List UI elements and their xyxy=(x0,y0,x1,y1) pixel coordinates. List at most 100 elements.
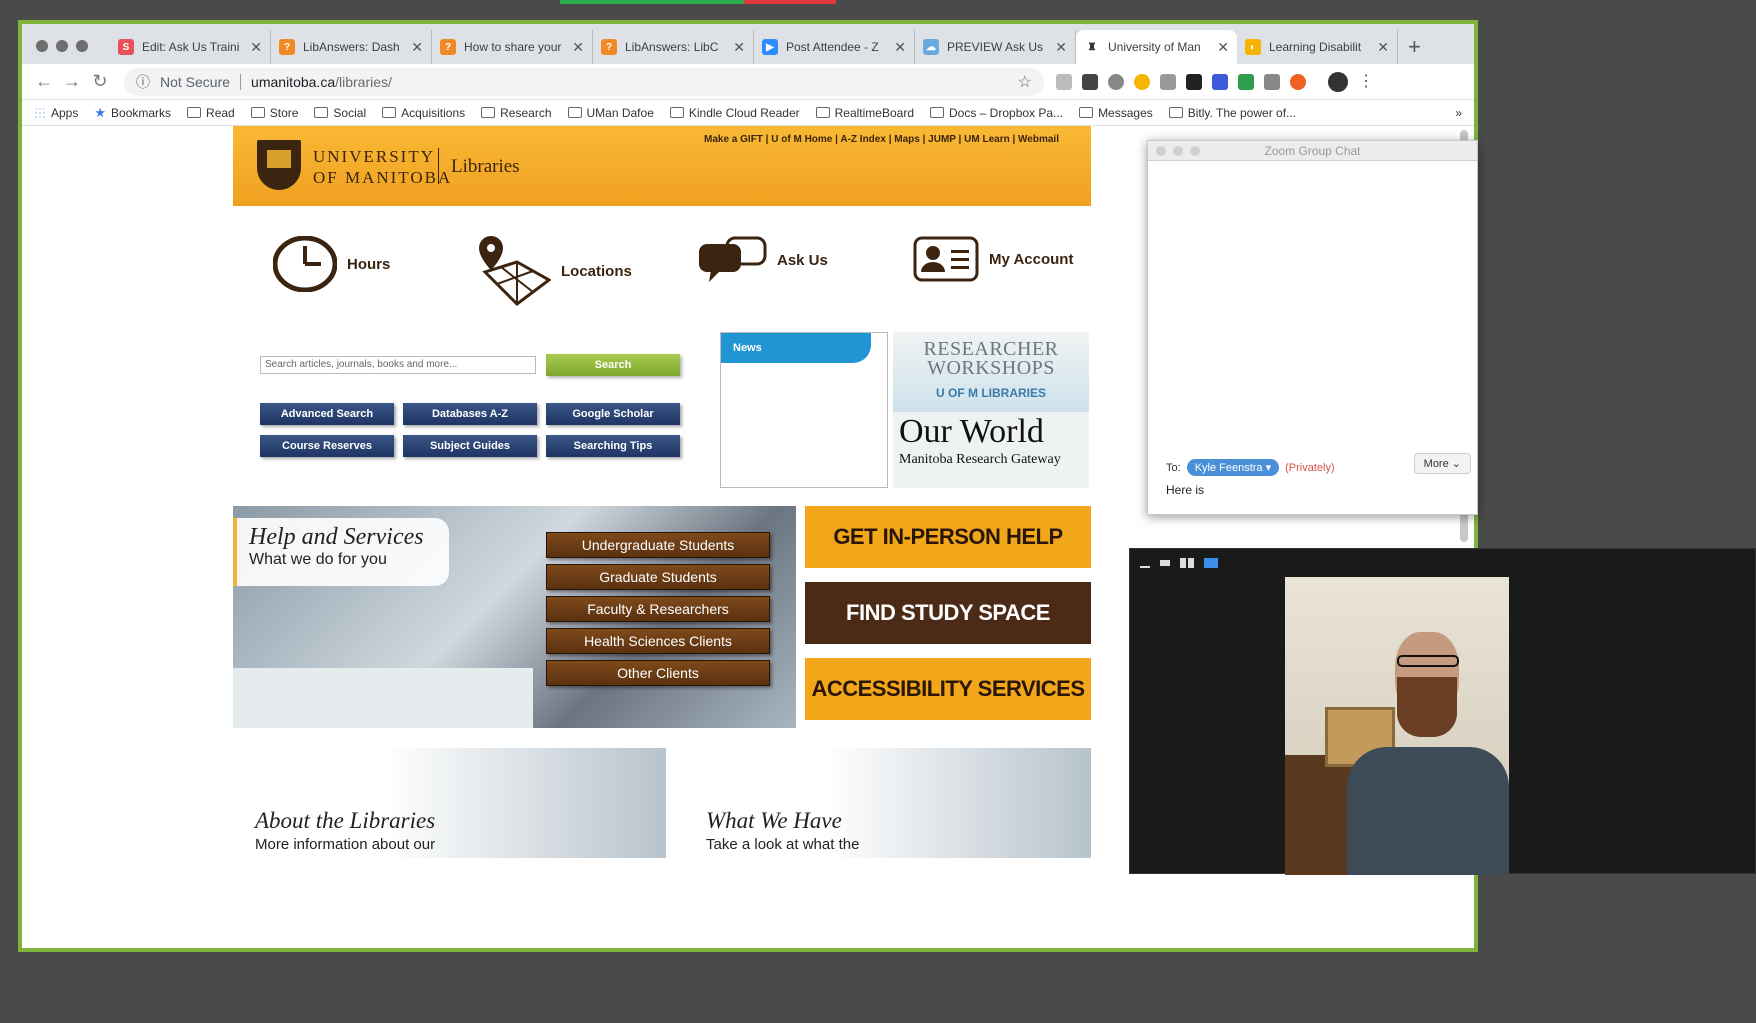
extension-icon[interactable] xyxy=(1134,73,1150,90)
tab-favicon-icon: ? xyxy=(440,39,456,55)
ask-us-link[interactable]: Ask Us xyxy=(697,236,828,284)
extension-icon[interactable] xyxy=(1082,73,1098,90)
extension-icon[interactable] xyxy=(1212,73,1228,90)
close-tab-icon[interactable]: ✕ xyxy=(894,39,906,56)
extension-icon[interactable] xyxy=(1264,73,1280,90)
extension-icon[interactable] xyxy=(1108,73,1124,90)
bookmark-label: Bookmarks xyxy=(111,105,172,120)
course-reserves-button[interactable]: Course Reserves xyxy=(260,435,394,457)
zoom-chat-titlebar[interactable]: Zoom Group Chat xyxy=(1148,141,1477,161)
back-icon[interactable]: ← xyxy=(30,71,58,92)
folder-icon xyxy=(250,107,265,118)
extension-icon[interactable] xyxy=(1056,73,1072,90)
extension-icon[interactable] xyxy=(1186,73,1202,90)
bookmark-item[interactable]: Messages xyxy=(1079,106,1153,120)
other-clients-button[interactable]: Other Clients xyxy=(546,660,770,686)
star-icon: ★ xyxy=(94,105,107,120)
news-tab[interactable]: News xyxy=(721,333,871,363)
recipient-dropdown[interactable]: Kyle Feenstra ▾ xyxy=(1186,459,1280,476)
top-links[interactable]: Make a GIFT | U of M Home | A-Z Index | … xyxy=(704,134,1059,145)
what-we-have-promo[interactable]: What We Have Take a look at what the xyxy=(684,748,1091,858)
chat-message-input[interactable]: Here is xyxy=(1166,483,1204,497)
university-name[interactable]: UNIVERSITY OF MANITOBA xyxy=(313,146,452,188)
close-tab-icon[interactable]: ✕ xyxy=(572,39,584,56)
databases-az-button[interactable]: Databases A-Z xyxy=(403,403,537,425)
subject-guides-button[interactable]: Subject Guides xyxy=(403,435,537,457)
bookmarks-overflow-button[interactable]: » xyxy=(1455,106,1462,120)
profile-avatar[interactable] xyxy=(1328,71,1348,92)
health-sciences-button[interactable]: Health Sciences Clients xyxy=(546,628,770,654)
about-libraries-promo[interactable]: About the Libraries More information abo… xyxy=(233,748,666,858)
bookmark-item[interactable]: UMan Dafoe xyxy=(567,106,654,120)
bookmark-item[interactable]: Apps xyxy=(34,106,78,120)
bookmark-item[interactable]: Bitly. The power of... xyxy=(1168,106,1296,120)
more-button[interactable]: More ⌄ xyxy=(1413,453,1471,474)
extension-icon[interactable] xyxy=(1290,73,1306,90)
find-study-space-button[interactable]: FIND STUDY SPACE xyxy=(805,582,1091,644)
google-scholar-button[interactable]: Google Scholar xyxy=(546,403,680,425)
close-tab-icon[interactable]: ✕ xyxy=(250,39,262,56)
accessibility-services-button[interactable]: ACCESSIBILITY SERVICES xyxy=(805,658,1091,720)
menu-icon[interactable]: ⋮ xyxy=(1358,73,1374,90)
bookmark-item[interactable]: Acquisitions xyxy=(382,106,465,120)
hours-link[interactable]: Hours xyxy=(273,236,390,292)
bookmark-item[interactable]: ★ Bookmarks xyxy=(94,106,171,120)
folder-icon xyxy=(669,107,684,118)
our-world-banner[interactable]: Our World xyxy=(893,412,1089,452)
close-tab-icon[interactable]: ✕ xyxy=(1217,39,1229,56)
bookmark-label: Docs – Dropbox Pa... xyxy=(949,105,1064,120)
close-tab-icon[interactable]: ✕ xyxy=(411,39,423,56)
info-icon[interactable]: ⓘ xyxy=(136,72,150,92)
browser-tab[interactable]: S Edit: Ask Us Traini ✕ xyxy=(110,30,271,64)
graduate-students-button[interactable]: Graduate Students xyxy=(546,564,770,590)
extension-icon[interactable] xyxy=(1160,73,1176,90)
minimize-icon[interactable] xyxy=(1140,566,1150,568)
bookmark-item[interactable]: Kindle Cloud Reader xyxy=(669,105,800,120)
researcher-workshops-banner[interactable]: RESEARCHER WORKSHOPS U OF M LIBRARIES Ou… xyxy=(893,332,1089,488)
bookmark-label: Kindle Cloud Reader xyxy=(688,105,800,120)
browser-tab[interactable]: ♜ University of Man ✕ xyxy=(1076,30,1237,64)
bookmark-item[interactable]: Store xyxy=(250,106,298,120)
my-account-link[interactable]: My Account xyxy=(913,236,1073,282)
gallery-view-icon[interactable] xyxy=(1180,558,1194,568)
bookmark-star-icon[interactable]: ☆ xyxy=(1018,72,1032,92)
searching-tips-button[interactable]: Searching Tips xyxy=(546,435,680,457)
address-bar[interactable]: ⓘ Not Secure umanitoba.ca /libraries/ ☆ xyxy=(124,67,1044,96)
faculty-researchers-button[interactable]: Faculty & Researchers xyxy=(546,596,770,622)
browser-tab[interactable]: ? How to share your ✕ xyxy=(432,30,593,64)
new-tab-button[interactable]: + xyxy=(1408,30,1421,64)
tab-label: LibAnswers: Dash xyxy=(303,40,400,54)
bookmark-item[interactable]: RealtimeBoard xyxy=(815,105,914,120)
bookmark-item[interactable]: Read xyxy=(187,106,235,120)
get-in-person-help-button[interactable]: GET IN-PERSON HELP xyxy=(805,506,1091,568)
locations-link[interactable]: Locations xyxy=(477,236,632,306)
extension-icon[interactable] xyxy=(1238,73,1254,90)
window-controls[interactable] xyxy=(1156,146,1200,156)
help-services-panel: Help and Services What we do for you Und… xyxy=(233,506,796,728)
browser-tab[interactable]: ? LibAnswers: Dash ✕ xyxy=(271,30,432,64)
browser-tab[interactable]: ◐ Learning Disabilit ✕ xyxy=(1237,30,1398,64)
bookmark-label: RealtimeBoard xyxy=(834,105,914,120)
advanced-search-button[interactable]: Advanced Search xyxy=(260,403,394,425)
browser-tab[interactable]: ☁ PREVIEW Ask Us ✕ xyxy=(915,30,1076,64)
forward-icon[interactable]: → xyxy=(58,71,86,92)
browser-tab[interactable]: ▶ Post Attendee - Z ✕ xyxy=(754,30,915,64)
undergraduate-students-button[interactable]: Undergraduate Students xyxy=(546,532,770,558)
crest-logo[interactable] xyxy=(257,140,301,190)
bookmark-item[interactable]: Social xyxy=(314,106,366,120)
hide-video-icon[interactable] xyxy=(1160,560,1170,566)
search-button[interactable]: Search xyxy=(546,354,680,376)
close-tab-icon[interactable]: ✕ xyxy=(733,39,745,56)
close-tab-icon[interactable]: ✕ xyxy=(1377,39,1389,56)
bookmarks-bar: Apps ★ Bookmarks Read Store Social Acquisition… xyxy=(22,100,1474,126)
participant-video-feed xyxy=(1285,577,1509,875)
close-tab-icon[interactable]: ✕ xyxy=(1055,39,1067,56)
window-controls[interactable] xyxy=(36,40,88,52)
browser-tab[interactable]: ? LibAnswers: LibC ✕ xyxy=(593,30,754,64)
library-search-input[interactable]: Search articles, journals, books and mor… xyxy=(260,356,536,374)
reload-icon[interactable]: ↻ xyxy=(86,71,114,92)
libraries-title[interactable]: Libraries xyxy=(451,156,520,178)
bookmark-item[interactable]: Research xyxy=(481,106,552,120)
bookmark-item[interactable]: Docs – Dropbox Pa... xyxy=(930,106,1063,120)
speaker-view-icon[interactable] xyxy=(1204,558,1218,568)
